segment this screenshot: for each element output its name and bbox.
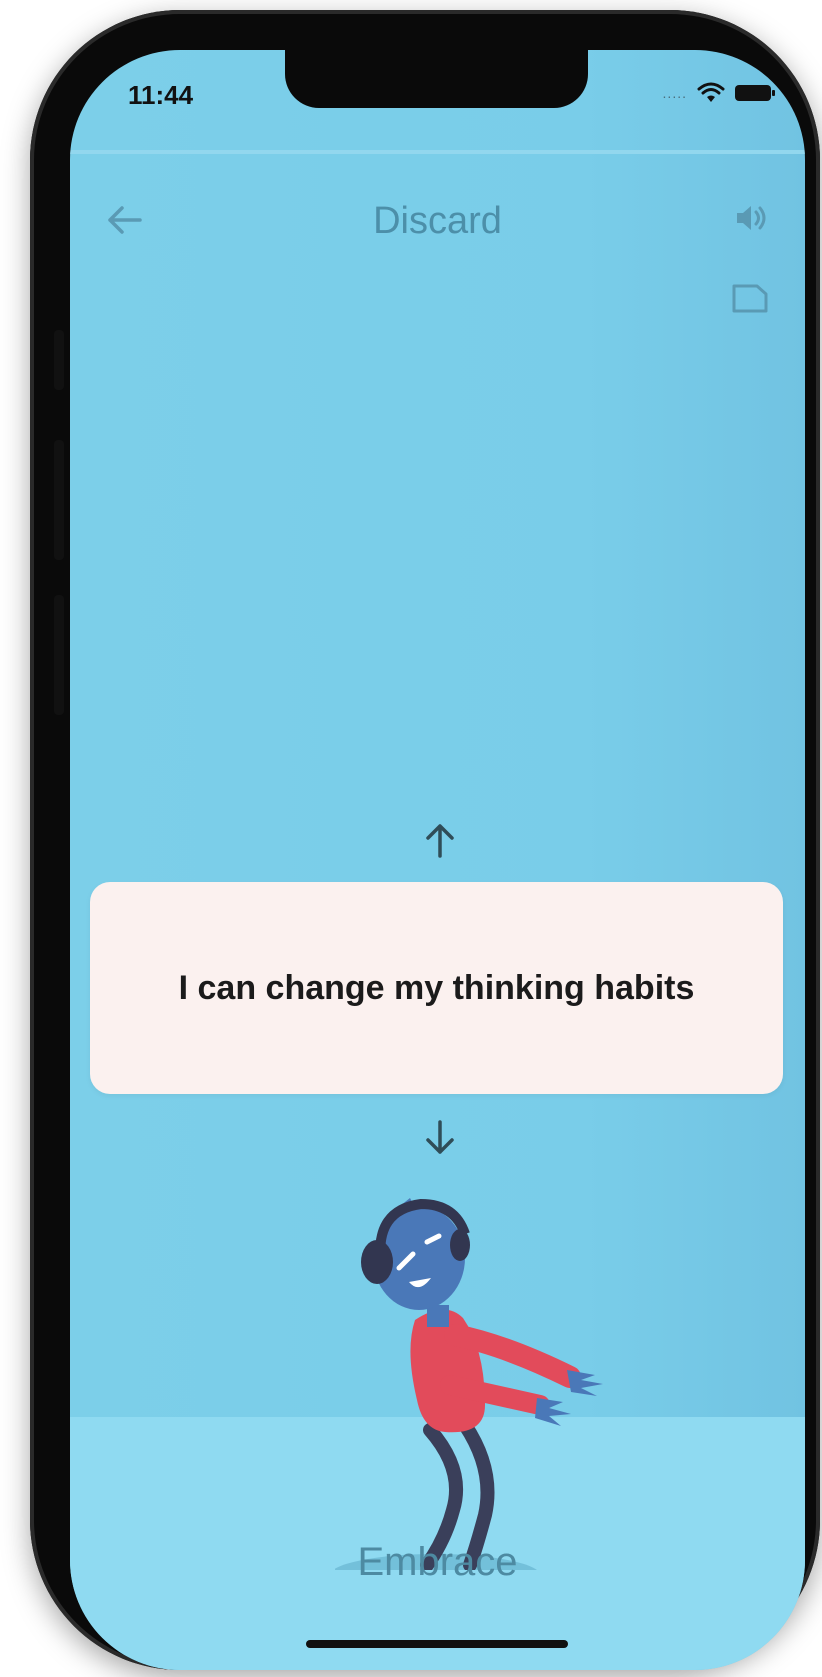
speaker-icon[interactable] (733, 200, 769, 236)
notch (285, 50, 588, 108)
header-divider (70, 150, 805, 154)
screen-title: Discard (373, 200, 502, 242)
status-time: 11:44 (128, 80, 194, 110)
card-icon[interactable] (731, 282, 769, 314)
arrow-up-icon (426, 824, 454, 858)
character-illustration (335, 1198, 603, 1570)
affirmation-text: I can change my thinking habits (178, 969, 695, 1007)
status-indicators: ..... (662, 82, 775, 104)
app-screen: 11:44 ..... Discard I can change my thin… (70, 50, 805, 1670)
home-indicator[interactable] (306, 1640, 568, 1648)
affirmation-card[interactable]: I can change my thinking habits (90, 882, 783, 1094)
volume-up-button (54, 440, 64, 560)
arrow-down-icon (426, 1120, 454, 1154)
wifi-icon (697, 82, 725, 102)
mute-switch (54, 330, 64, 390)
embrace-label[interactable]: Embrace (70, 1540, 805, 1585)
signal-dots: ..... (662, 85, 687, 101)
volume-down-button (54, 595, 64, 715)
battery-icon (735, 85, 775, 101)
